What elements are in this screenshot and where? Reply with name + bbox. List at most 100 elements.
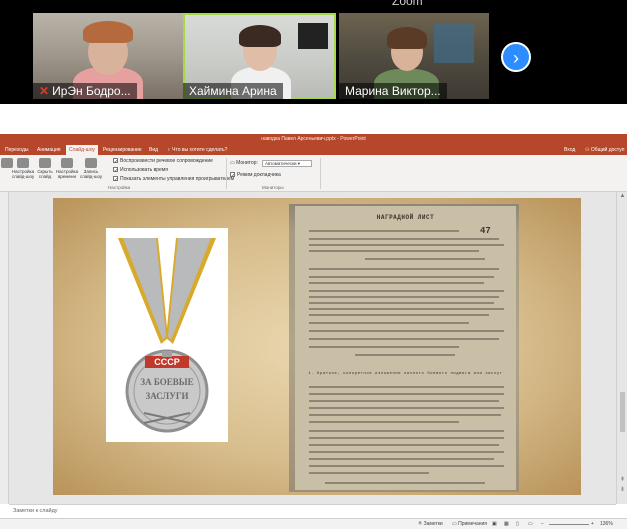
doc-line [309, 276, 494, 278]
medal-text-line1: ЗА БОЕВЫЕ [140, 377, 193, 387]
doc-line [309, 430, 504, 432]
doc-line [309, 302, 494, 304]
normal-view-icon[interactable]: ▣ [492, 521, 497, 527]
slide-editing-area: СССР ЗА БОЕВЫЕ ЗАСЛУГИ НАГРАДНОЙ ЛИСТ 47 [0, 192, 627, 504]
participant-tile-1[interactable]: ✕ ИрЭн Бодро... [33, 13, 183, 99]
doc-line [309, 407, 504, 409]
participant-tile-3[interactable]: Марина Виктор... [339, 13, 489, 99]
medal-text-line2: ЗАСЛУГИ [145, 391, 188, 401]
checkbox-checked-icon: ✓ [113, 167, 119, 174]
monitor-dropdown[interactable]: Автоматически ▾ [262, 160, 312, 167]
comment-icon: ▭ [452, 521, 457, 527]
current-slide[interactable]: СССР ЗА БОЕВЫЕ ЗАСЛУГИ НАГРАДНОЙ ЛИСТ 47 [53, 198, 581, 495]
doc-line [309, 414, 501, 416]
share-button[interactable]: ⚇ Общий доступ [582, 145, 627, 155]
award-sheet-paper: НАГРАДНОЙ ЛИСТ 47 1. Краткое, конкретное… [295, 206, 516, 490]
tab-slideshow[interactable]: Слайд-шоу [66, 145, 98, 155]
doc-line [309, 244, 504, 246]
doc-line [309, 268, 499, 270]
doc-line [309, 282, 484, 284]
doc-line [309, 465, 504, 467]
participant-name-2: Хаймина Арина [183, 83, 283, 99]
participant-tile-2[interactable]: Хаймина Арина [183, 13, 336, 99]
doc-line [309, 393, 504, 395]
hide-icon [39, 158, 51, 168]
participant-hair [387, 27, 427, 49]
zoom-in-icon[interactable]: + [591, 521, 594, 527]
monitor-icon: ▭ [230, 160, 235, 166]
slideshow-view-icon[interactable]: ▭ [528, 521, 533, 527]
chevron-right-icon: › [513, 48, 519, 68]
zoom-out-icon[interactable]: − [541, 521, 544, 527]
use-timings-checkbox[interactable]: ✓ Использовать время [113, 167, 168, 174]
reading-view-icon[interactable]: ▯ [516, 521, 519, 527]
award-sheet-number: 47 [480, 226, 491, 236]
ribbon-separator [320, 158, 321, 189]
notes-placeholder: Заметки к слайду [13, 508, 58, 514]
participant-name-3: Марина Виктор... [339, 83, 447, 99]
notes-pane[interactable]: Заметки к слайду [9, 504, 616, 518]
slide-sorter-icon[interactable]: ▦ [504, 521, 509, 527]
doc-line [309, 308, 504, 310]
rehearse-timings-button[interactable]: Настройка времени [54, 158, 80, 179]
group-label-setup: Настройка [108, 185, 131, 190]
medal-text-ussr: СССР [154, 357, 180, 367]
doc-line [365, 258, 485, 260]
record-slideshow-button[interactable]: Запись слайд-шоу [78, 158, 104, 179]
timer-icon [61, 158, 73, 168]
screen: Zoom ✕ ИрЭн Бодро... Хаймина Арина Марина… [0, 0, 627, 529]
chevron-down-icon: ▾ [297, 161, 300, 166]
doc-line [309, 250, 479, 252]
tab-review[interactable]: Рецензирование [100, 145, 145, 155]
tell-me-box[interactable]: ♀ Что вы хотите сделать? [164, 145, 230, 155]
doc-line [309, 437, 504, 439]
show-media-controls-checkbox[interactable]: ✓ Показать элементы управления проигрыват… [113, 176, 234, 183]
checkbox-checked-icon: ✓ [113, 158, 119, 165]
doc-line [309, 346, 459, 348]
checkbox-checked-icon: ✓ [113, 176, 119, 183]
next-page-button[interactable]: › [501, 42, 531, 72]
participant-hair [239, 25, 281, 47]
doc-line [309, 421, 459, 423]
award-sheet-image[interactable]: НАГРАДНОЙ ЛИСТ 47 1. Краткое, конкретное… [289, 204, 519, 492]
presenter-view-checkbox[interactable]: ✓ Режим докладчика [230, 172, 281, 179]
participant-hair [83, 21, 133, 43]
vertical-scrollbar[interactable]: ▲ ⇞ ⇟ [616, 192, 627, 504]
thumbnail-pane[interactable] [0, 192, 9, 504]
doc-line [309, 230, 459, 232]
group-label-monitors: Мониторы [262, 185, 284, 190]
background-shelf [434, 23, 474, 63]
doc-line [355, 354, 455, 356]
tab-transitions[interactable]: Переходы [2, 145, 31, 155]
notes-toggle[interactable]: ≙ Заметки [418, 521, 443, 527]
scrollbar-thumb[interactable] [620, 392, 625, 432]
zoom-window-title: Zoom [392, 0, 423, 8]
doc-line [309, 444, 499, 446]
play-narrations-checkbox[interactable]: ✓ Воспроизвести речевое сопровождение [113, 158, 213, 165]
tab-animations[interactable]: Анимация [34, 145, 63, 155]
doc-line [325, 482, 485, 484]
zoom-level[interactable]: 136% [600, 521, 613, 527]
ribbon-slideshow: Настройка слайд-шоу Скрыть слайд Настрой… [0, 155, 627, 192]
medal-illustration: СССР ЗА БОЕВЫЕ ЗАСЛУГИ [118, 238, 216, 433]
doc-line [309, 386, 504, 388]
tab-view[interactable]: Вид [146, 145, 161, 155]
doc-line [309, 314, 489, 316]
ribbon-tabs: Переходы Анимация Слайд-шоу Рецензирован… [0, 145, 627, 155]
user-icon: ⚇ [585, 147, 590, 153]
scroll-up-icon[interactable]: ▲ [618, 192, 627, 201]
doc-line [309, 322, 469, 324]
prev-slide-icon[interactable]: ⇞ [618, 476, 627, 485]
medal-image[interactable]: СССР ЗА БОЕВЫЕ ЗАСЛУГИ [106, 228, 228, 442]
doc-line [309, 330, 504, 332]
doc-line [309, 338, 499, 340]
doc-line [309, 400, 499, 402]
zoom-slider[interactable] [549, 524, 589, 525]
doc-line [309, 458, 494, 460]
next-slide-icon[interactable]: ⇟ [618, 486, 627, 495]
signin-link[interactable]: Вход [561, 145, 578, 155]
zoom-video-strip: Zoom ✕ ИрЭн Бодро... Хаймина Арина Марина… [0, 0, 627, 104]
comments-toggle[interactable]: ▭ Примечания [452, 521, 487, 527]
award-sheet-section: 1. Краткое, конкретное изложение личного… [308, 372, 503, 376]
background-monitor [298, 23, 328, 49]
